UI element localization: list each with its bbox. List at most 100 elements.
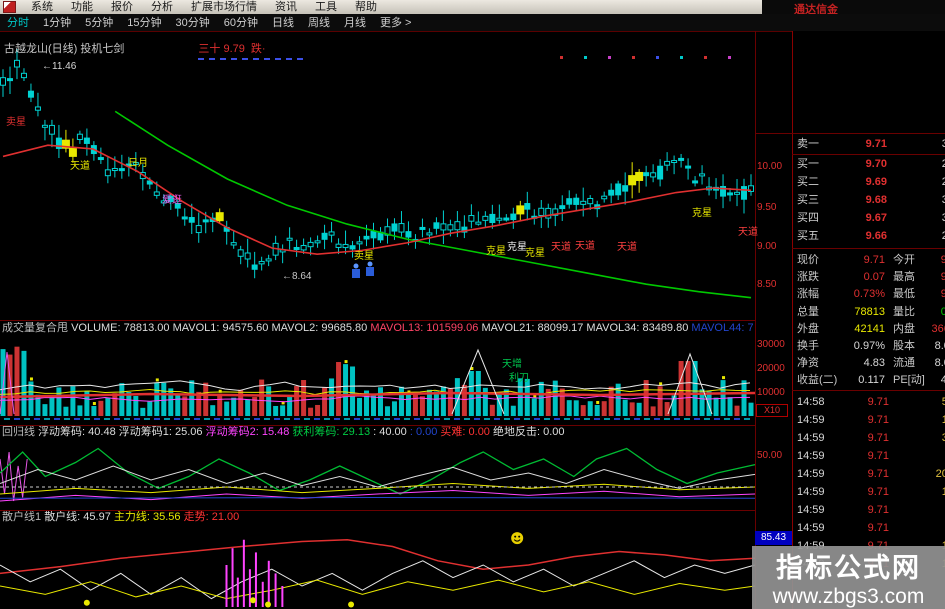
vol-title-seg-0: 成交量复合甩 [2, 322, 72, 334]
order-row-3[interactable]: 买三 9.6831 [793, 192, 945, 209]
cm-title-seg-6: : 0.00 [409, 426, 441, 438]
chart-annotation-6: 卖星 [354, 251, 374, 262]
info-value: 0.117 [858, 374, 885, 386]
tick-row-4: 14:59 9.71 205 [793, 466, 945, 483]
info-row-6: 净资 4.83 流通 8.09 [793, 355, 945, 372]
tick-price: 9.71 [867, 522, 889, 534]
info-key: 量比 [893, 306, 915, 318]
order-row-5[interactable]: 买五 9.6624 [793, 228, 945, 245]
tick-volume: 10 [889, 484, 945, 501]
order-price: 9.70 [865, 158, 887, 170]
sh-title-seg-0: 散户线1 [2, 511, 45, 523]
tick-time: 14:59 [797, 522, 825, 534]
order-name: 买二 [797, 176, 819, 188]
info-key: 收益(二) [797, 374, 838, 386]
figure-icon [352, 263, 360, 278]
cm-title-seg-2: 浮动筹码1: 25.06 [118, 426, 206, 438]
tick-price: 9.71 [867, 468, 889, 480]
info-key: 涨跌 [797, 271, 819, 283]
chart-annotation-0: 天增 [502, 359, 522, 370]
price-axis-label-1: 9.50 [757, 202, 777, 213]
chart-annotation-3: 日月 [128, 158, 148, 169]
volume-scale-toggle[interactable]: X10 [756, 404, 788, 417]
order-name: 卖一 [797, 138, 819, 150]
info-key: 股本 [893, 340, 915, 352]
info-key: 总量 [797, 306, 819, 318]
panel-divider [792, 390, 945, 391]
chart-annotation-9: 克星 [525, 248, 545, 259]
order-price: 9.66 [865, 230, 887, 242]
cm-title-seg-5: : 40.00 [373, 426, 410, 438]
tick-volume: 9 [889, 502, 945, 519]
info-value: 0.07 [863, 271, 885, 283]
signal-label: 三十 9.79 [198, 43, 245, 55]
info-value: 0.73% [853, 288, 885, 300]
tick-time: 14:59 [797, 432, 825, 444]
order-volume: 24 [887, 228, 945, 245]
order-row-0[interactable]: 卖一 9.7131 [793, 136, 945, 153]
info-value: 9.8 [931, 269, 945, 286]
tick-time: 14:59 [797, 468, 825, 480]
tick-row-6: 14:59 9.719 [793, 502, 945, 519]
trading-terminal-window: 系统 功能 报价 分析 扩展市场行情 资讯 工具 帮助 通达信金 分时 1分钟 5分钟 15分钟 30… [0, 0, 945, 609]
chart-annotation-8: 克星 [507, 242, 527, 253]
info-key: PE[动] [893, 374, 925, 386]
quote-panel: 卖一 9.71 31 买一9.7026买二9.6925买三9.6831 买四 9.6732… [792, 31, 945, 609]
cm-title-seg-3: 浮动筹码2: 15.48 [205, 426, 293, 438]
tick-row-0: 14:58 9.7153 [793, 394, 945, 411]
tick-row-2: 14:59 9.7132 [793, 430, 945, 447]
smiley-icon [511, 532, 524, 545]
order-volume: 31 [887, 192, 945, 209]
tick-price: 9.71 [867, 450, 889, 462]
info-row-7: 收益(二) 0.117 PE[动] 41. [793, 372, 945, 389]
chart-annotation-7: 克星 [486, 246, 506, 257]
tick-volume: 53 [889, 394, 945, 411]
cm-axis-label: 50.00 [757, 450, 783, 461]
chart-annotation-5: ←8.64 [282, 271, 312, 282]
info-key: 今开 [893, 254, 915, 266]
price-axis-label-2: 9.00 [757, 241, 777, 252]
tick-row-1: 14:59 9.7110 [793, 412, 945, 429]
figure-icon [366, 261, 374, 276]
info-row-3: 总量 78813 量比 0.5 [793, 304, 945, 321]
tick-time: 14:59 [797, 504, 825, 516]
cm-title-seg-8: 绝地反击: 0.00 [492, 426, 565, 438]
info-key: 涨幅 [797, 288, 819, 300]
cm-title-seg-0: 回归线 [2, 426, 39, 438]
order-price: 9.67 [865, 212, 887, 224]
signal-suffix: 跌· [250, 43, 266, 55]
chart-annotation-13: 克星 [692, 208, 712, 219]
info-value: 4.83 [863, 357, 885, 369]
info-value: 8.09 [934, 340, 945, 352]
tick-volume: 5 [889, 448, 945, 465]
price-axis-label-0: 10.00 [757, 161, 783, 172]
volume-axis-label-2: 10000 [757, 387, 785, 398]
volume-axis-label-0: 30000 [757, 339, 785, 350]
info-key: 换手 [797, 340, 819, 352]
volume-bars [0, 346, 754, 416]
order-price: 9.71 [865, 138, 887, 150]
panel-divider [792, 248, 945, 249]
order-volume: 26 [887, 156, 945, 173]
order-row-4[interactable]: 买四 9.6732 [793, 210, 945, 227]
watermark-url: www.zbgs3.com [772, 585, 925, 608]
tick-time: 14:59 [797, 414, 825, 426]
chart-annotation-1: 利刀 [509, 373, 529, 384]
order-row-1[interactable]: 买一 9.7026 [793, 156, 945, 173]
chart-annotation-14: 天道 [738, 227, 758, 238]
info-key: 现价 [797, 254, 819, 266]
info-value: 3667 [931, 323, 945, 335]
retail-pane-title: 散户线1 散户线: 45.97 主力线: 35.56 走势: 21.00 [2, 511, 754, 524]
info-row-5: 换手 0.97% 股本 8.09 [793, 338, 945, 355]
order-row-2[interactable]: 买二 9.6925 [793, 174, 945, 191]
info-value: 0.5 [931, 304, 945, 321]
order-volume: 32 [887, 210, 945, 227]
info-row-4: 外盘 42141 内盘 3667 [793, 321, 945, 338]
order-name: 买四 [797, 212, 819, 224]
tick-row-3: 14:59 9.715 [793, 448, 945, 465]
order-volume: 25 [887, 174, 945, 191]
price-axis-label-3: 8.50 [757, 279, 777, 290]
tick-price: 9.71 [867, 432, 889, 444]
vol-title-seg-2: MAVOL1: 94575.60 [172, 322, 272, 334]
watermark-title: 指标公式网 [776, 553, 921, 583]
